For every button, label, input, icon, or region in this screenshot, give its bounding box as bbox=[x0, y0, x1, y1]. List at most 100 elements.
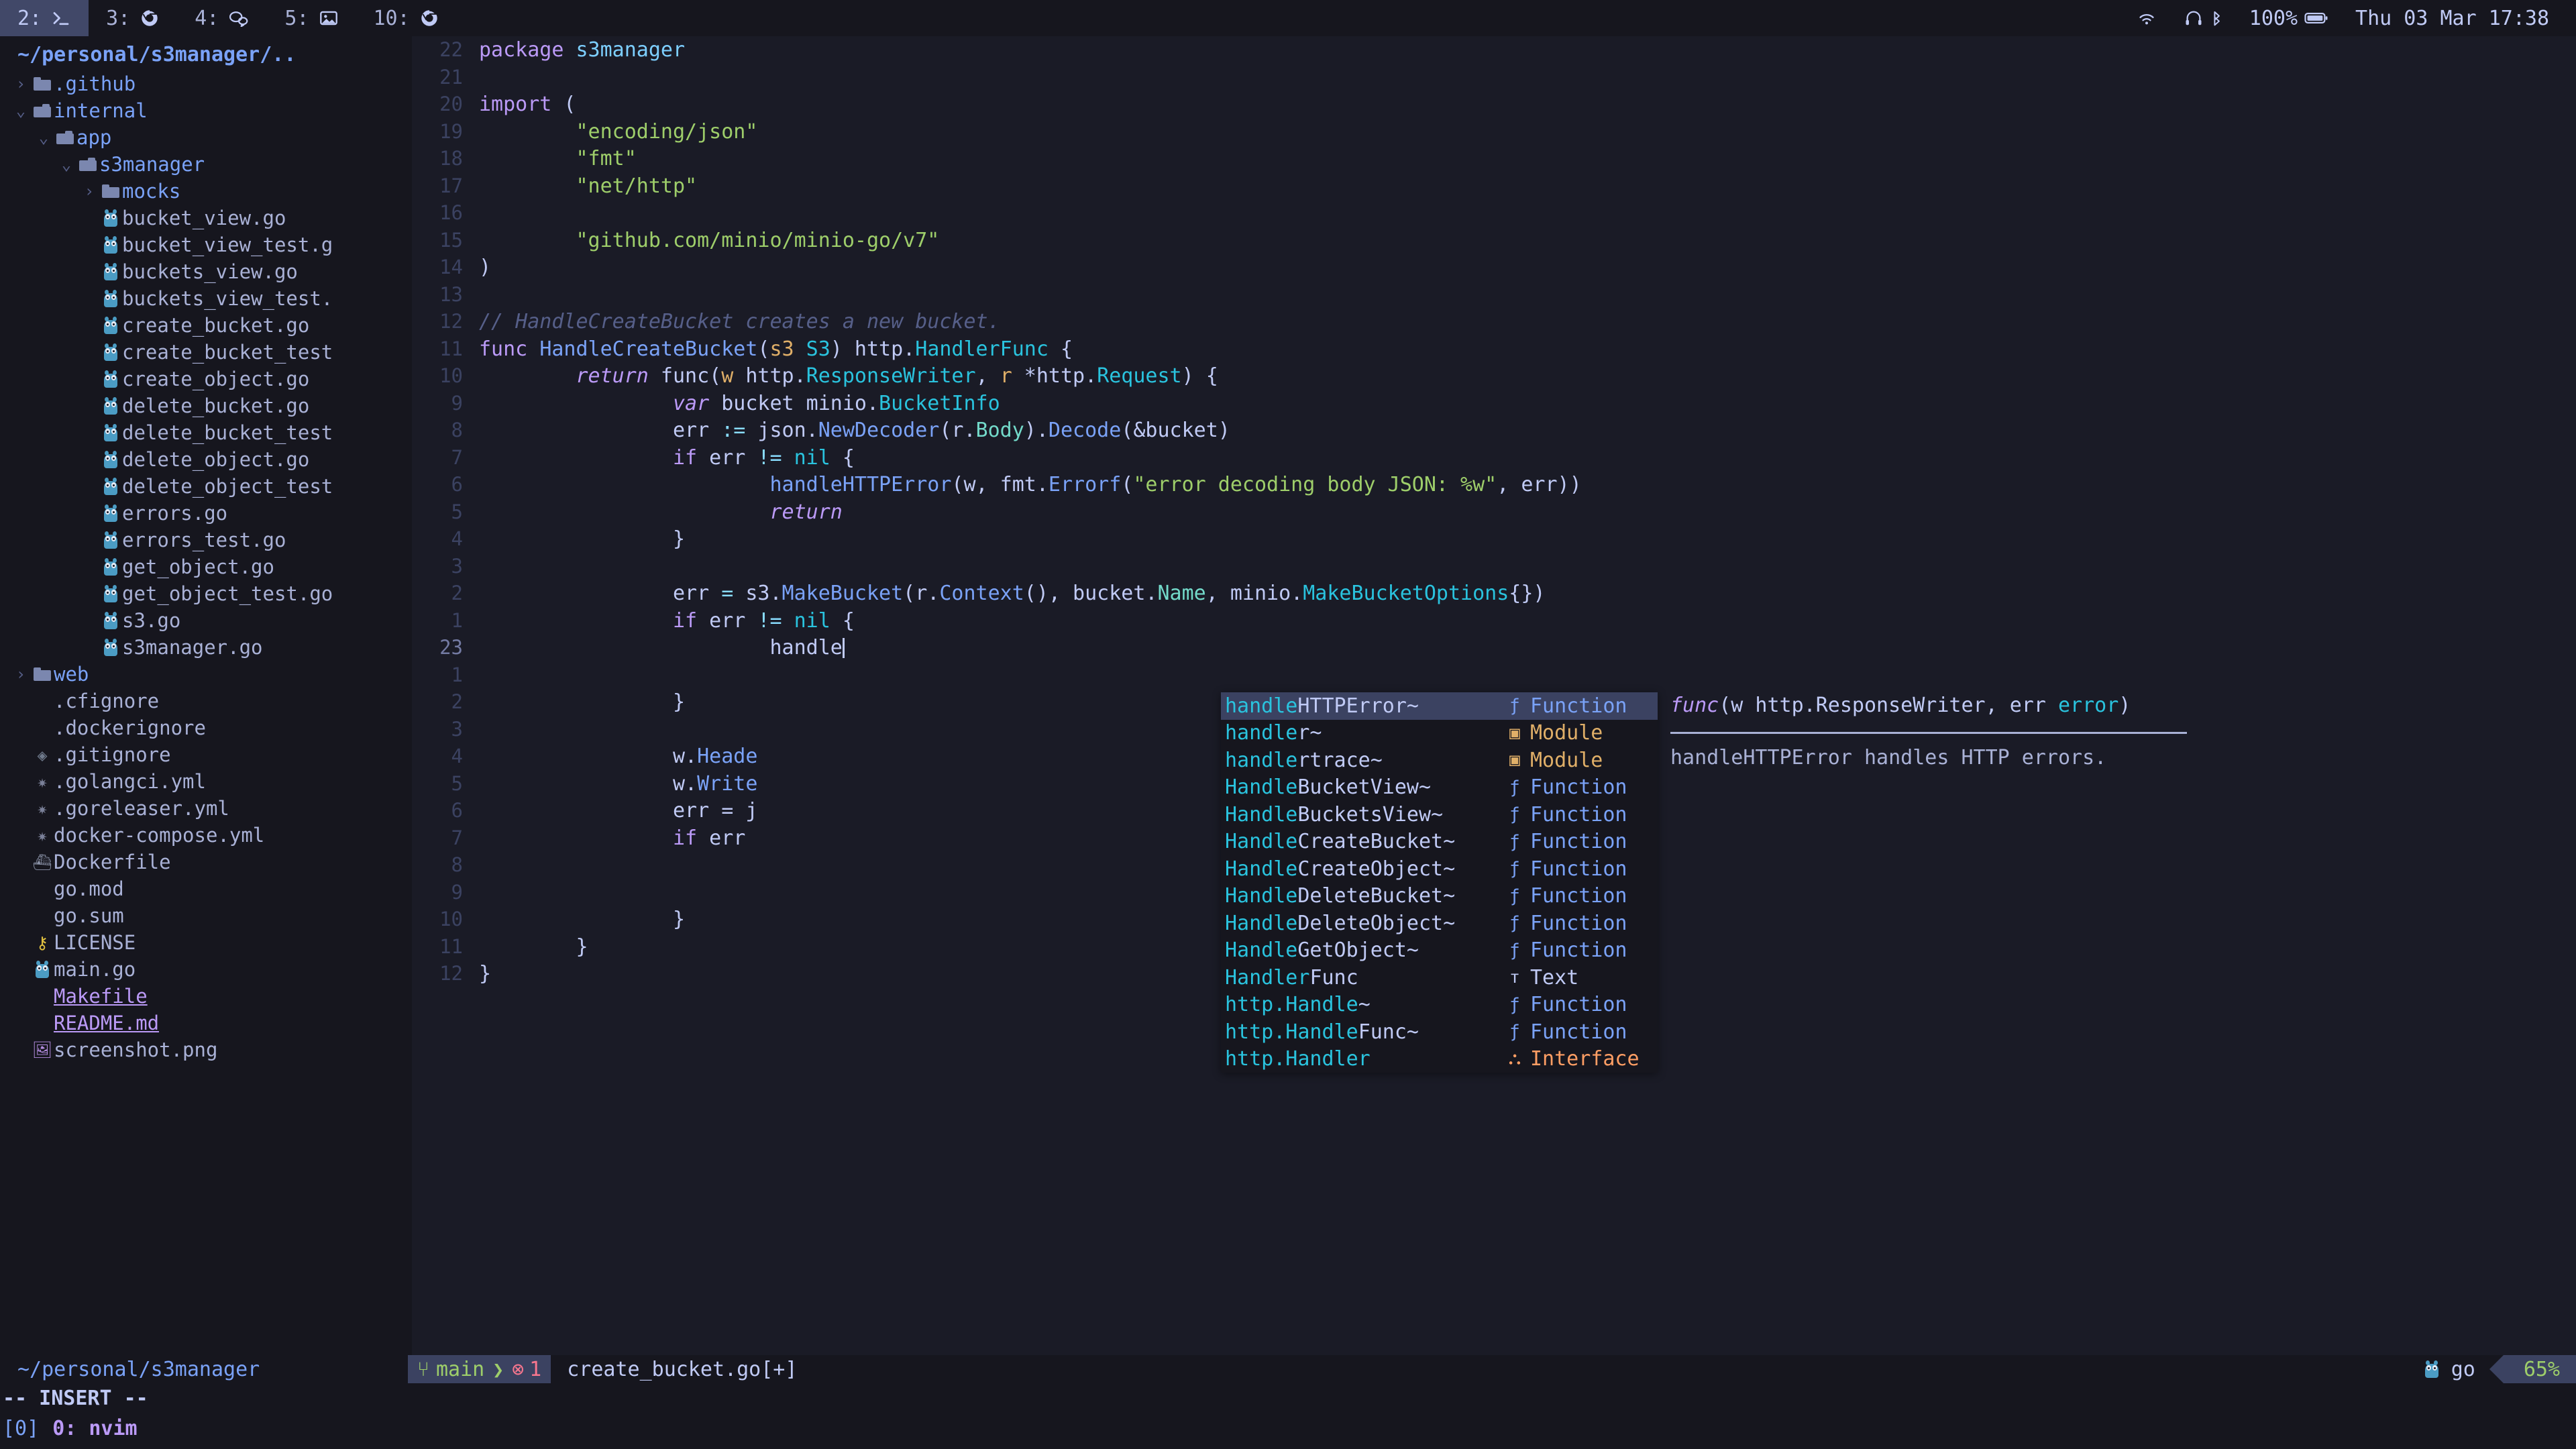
tree-file-item[interactable]: · delete_bucket_test bbox=[0, 419, 412, 446]
completion-item[interactable]: HandlerFunc ᴛ Text bbox=[1221, 964, 1658, 991]
completion-rest: DeleteObject~ bbox=[1297, 911, 1456, 935]
wifi-icon[interactable] bbox=[2137, 9, 2157, 27]
tree-file-item[interactable]: · ✷ docker-compose.yml bbox=[0, 822, 412, 849]
tmux-window-label[interactable]: 0: nvim bbox=[52, 1417, 137, 1440]
line-number: 13 bbox=[439, 282, 463, 306]
chat-icon bbox=[228, 9, 250, 27]
tree-file-item[interactable]: · ⚷LICENSE bbox=[0, 929, 412, 956]
tree-dir-item[interactable]: › .github bbox=[0, 70, 412, 97]
completion-rest: GetObject~ bbox=[1297, 938, 1419, 963]
tree-file-item[interactable]: · Makefile bbox=[0, 983, 412, 1010]
tree-file-item[interactable]: · go.mod bbox=[0, 875, 412, 902]
chevron-right-icon[interactable]: › bbox=[79, 182, 99, 201]
tree-item-label: bucket_view_test.g bbox=[122, 233, 333, 256]
tree-file-item[interactable]: · ◈ .gitignore bbox=[0, 741, 412, 768]
tree-dir-item[interactable]: › mocks bbox=[0, 178, 412, 205]
tree-file-item[interactable]: · ✷ .golangci.yml bbox=[0, 768, 412, 795]
code-token: := bbox=[721, 419, 746, 442]
tree-dir-item[interactable]: ⌄ s3manager bbox=[0, 151, 412, 178]
completion-popup[interactable]: handleHTTPError~ ƒ Function handler~ ▣ Module… bbox=[1221, 692, 1658, 1073]
tree-dir-item[interactable]: ⌄ app bbox=[0, 124, 412, 151]
workspace-4[interactable]: 4: bbox=[177, 0, 267, 36]
tree-file-item[interactable]: · create_bucket_test bbox=[0, 339, 412, 366]
tree-file-item[interactable]: · go.sum bbox=[0, 902, 412, 929]
tree-dir-item[interactable]: ⌄ internal bbox=[0, 97, 412, 124]
battery-status[interactable]: 100% bbox=[2249, 7, 2328, 30]
tree-file-item[interactable]: · s3manager.go bbox=[0, 634, 412, 661]
tree-file-item[interactable]: · delete_object_test bbox=[0, 473, 412, 500]
code-line: 1 bbox=[412, 661, 2576, 689]
tree-file-item[interactable]: · s3.go bbox=[0, 607, 412, 634]
workspace-3[interactable]: 3: bbox=[89, 0, 177, 36]
folder-icon bbox=[31, 667, 54, 681]
tree-file-item[interactable]: · ✷ .goreleaser.yml bbox=[0, 795, 412, 822]
tree-item-label: buckets_view_test. bbox=[122, 287, 333, 310]
tree-file-item[interactable]: · buckets_view_test. bbox=[0, 285, 412, 312]
tree-dir-item[interactable]: › web bbox=[0, 661, 412, 688]
tree-file-item[interactable]: · get_object_test.go bbox=[0, 580, 412, 607]
tree-file-item[interactable]: · .cfignore bbox=[0, 688, 412, 714]
tree-file-item[interactable]: ·⛴Dockerfile bbox=[0, 849, 412, 875]
chevron-down-icon[interactable]: ⌄ bbox=[34, 128, 54, 147]
workspace-number: 4: bbox=[195, 6, 219, 30]
tree-file-item[interactable]: · .dockerignore bbox=[0, 714, 412, 741]
completion-rest: Func~ bbox=[1358, 1020, 1419, 1044]
completion-kind-group: ƒ Function bbox=[1505, 803, 1654, 826]
headphones-bluetooth-group[interactable] bbox=[2184, 9, 2222, 27]
code-line: 16 bbox=[412, 199, 2576, 227]
completion-item[interactable]: HandleCreateObject~ ƒ Function bbox=[1221, 855, 1658, 883]
tree-file-item[interactable]: · delete_bucket.go bbox=[0, 392, 412, 419]
completion-label: handlertrace~ bbox=[1225, 749, 1505, 772]
completion-kind-group: ▣ Module bbox=[1505, 749, 1654, 772]
tree-file-item[interactable]: · main.go bbox=[0, 956, 412, 983]
tree-file-item[interactable]: · bucket_view.go bbox=[0, 205, 412, 231]
workspace-10[interactable]: 10: bbox=[356, 0, 457, 36]
completion-item[interactable]: http.HandleFunc~ ƒ Function bbox=[1221, 1018, 1658, 1046]
completion-item[interactable]: handlertrace~ ▣ Module bbox=[1221, 747, 1658, 774]
completion-item[interactable]: handleHTTPError~ ƒ Function bbox=[1221, 692, 1658, 720]
code-token: Heade bbox=[697, 745, 758, 768]
chevron-down-icon[interactable]: ⌄ bbox=[56, 155, 76, 174]
completion-item[interactable]: HandleDeleteObject~ ƒ Function bbox=[1221, 910, 1658, 937]
completion-item[interactable]: HandleGetObject~ ƒ Function bbox=[1221, 937, 1658, 965]
file-tree-sidebar[interactable]: ~/personal/s3manager/.. › .github ⌄ interna… bbox=[0, 36, 412, 1355]
tree-file-item[interactable]: · get_object.go bbox=[0, 553, 412, 580]
code-token: != bbox=[757, 608, 782, 633]
tree-file-item[interactable]: · create_object.go bbox=[0, 366, 412, 392]
workspace-2[interactable]: 2: bbox=[0, 0, 89, 36]
line-number: 5 bbox=[451, 500, 463, 523]
completion-kind-label: Function bbox=[1530, 694, 1627, 718]
code-editor[interactable]: 22 package s3manager 21 20 import (19 "encod… bbox=[412, 36, 2576, 1355]
completion-kind-group: ƒ Function bbox=[1505, 1020, 1654, 1044]
go-file-icon bbox=[99, 558, 122, 576]
completion-item[interactable]: http.Handler ⛬ Interface bbox=[1221, 1046, 1658, 1073]
chevron-right-icon[interactable]: › bbox=[11, 74, 31, 93]
tree-file-item[interactable]: · delete_object.go bbox=[0, 446, 412, 473]
tree-file-item[interactable]: · create_bucket.go bbox=[0, 312, 412, 339]
status-git-segment[interactable]: ⑂ main ❯ ⊗ 1 bbox=[408, 1355, 551, 1383]
code-line: 7 if err != nil { bbox=[412, 444, 2576, 472]
tree-file-item[interactable]: · errors.go bbox=[0, 500, 412, 527]
completion-item[interactable]: HandleCreateBucket~ ƒ Function bbox=[1221, 828, 1658, 856]
tree-file-item[interactable]: ·🖼screenshot.png bbox=[0, 1036, 412, 1063]
workspace-number: 10: bbox=[373, 6, 410, 30]
workspace-5[interactable]: 5: bbox=[267, 0, 356, 36]
chevron-right-icon[interactable]: › bbox=[11, 665, 31, 684]
diagnostics-group[interactable]: ⊗ 1 bbox=[512, 1358, 541, 1381]
code-token: Errorf bbox=[1048, 473, 1122, 496]
tree-file-item[interactable]: · bucket_view_test.g bbox=[0, 231, 412, 258]
completion-item[interactable]: handler~ ▣ Module bbox=[1221, 720, 1658, 747]
completion-item[interactable]: HandleBucketView~ ƒ Function bbox=[1221, 774, 1658, 802]
completion-item[interactable]: HandleDeleteBucket~ ƒ Function bbox=[1221, 883, 1658, 910]
tree-file-item[interactable]: · errors_test.go bbox=[0, 527, 412, 553]
line-number: 6 bbox=[451, 473, 463, 496]
completion-item[interactable]: HandleBucketsView~ ƒ Function bbox=[1221, 801, 1658, 828]
tree-file-item[interactable]: · buckets_view.go bbox=[0, 258, 412, 285]
chevron-down-icon[interactable]: ⌄ bbox=[11, 101, 31, 120]
completion-item[interactable]: http.Handle~ ƒ Function bbox=[1221, 991, 1658, 1019]
workspace-number: 3: bbox=[106, 6, 131, 30]
tree-file-item[interactable]: · README.md bbox=[0, 1010, 412, 1036]
terminal-icon bbox=[51, 9, 71, 27]
error-count: 1 bbox=[529, 1357, 542, 1381]
completion-label: HandleBucketView~ bbox=[1225, 775, 1505, 799]
